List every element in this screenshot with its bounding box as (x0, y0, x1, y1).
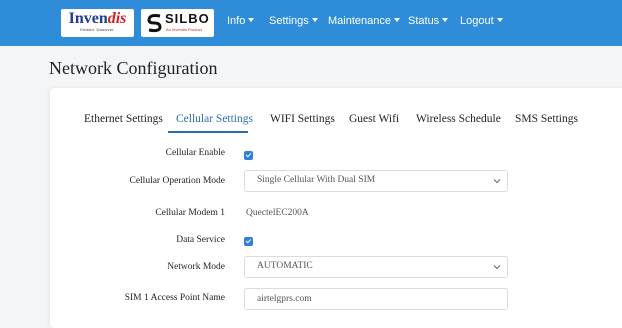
nav-settings[interactable]: Settings (269, 15, 318, 27)
sim1-apn-label: SIM 1 Access Point Name (124, 293, 225, 303)
invendis-logo-text: Invendis (68, 10, 127, 27)
chevron-down-icon (248, 18, 255, 22)
cellular-operation-mode-select[interactable]: Single Cellular With Dual SIM (244, 170, 508, 192)
chevron-down-icon (496, 18, 503, 22)
invendis-logo-tagline: Embed. Discover. (80, 27, 115, 32)
cellular-operation-mode-value: Single Cellular With Dual SIM (257, 175, 376, 185)
invendis-logo[interactable]: Invendis Embed. Discover. (61, 9, 134, 37)
tab-wireless-schedule[interactable]: Wireless Schedule (416, 113, 501, 125)
tab-wifi-settings[interactable]: WIFI Settings (270, 113, 335, 125)
silbo-logo-text: SILBO (165, 11, 210, 26)
data-service-label: Data Service (176, 235, 225, 245)
nav-logout[interactable]: Logout (460, 15, 503, 27)
tab-sms-settings[interactable]: SMS Settings (515, 113, 578, 125)
silbo-logo-icon (147, 14, 162, 33)
chevron-down-icon (394, 18, 400, 22)
data-service-checkbox[interactable] (244, 237, 253, 246)
page-title: Network Configuration (49, 58, 218, 78)
sim1-apn-input[interactable] (244, 288, 508, 310)
silbo-logo-tagline: An Invendis Product (166, 27, 202, 32)
tab-guest-wifi[interactable]: Guest Wifi (349, 113, 399, 125)
tab-ethernet-settings[interactable]: Ethernet Settings (84, 113, 163, 125)
chevron-down-icon (311, 18, 318, 22)
cellular-modem-label: Cellular Modem 1 (155, 208, 225, 218)
cellular-operation-mode-label: Cellular Operation Mode (129, 176, 225, 186)
top-navbar: Invendis Embed. Discover. SILBO An Inven… (0, 0, 622, 46)
nav-maintenance[interactable]: Maintenance (328, 15, 400, 27)
network-mode-label: Network Mode (167, 262, 225, 272)
tab-cellular-settings[interactable]: Cellular Settings (176, 113, 253, 125)
chevron-down-icon (442, 18, 449, 22)
silbo-logo[interactable]: SILBO An Invendis Product (141, 9, 214, 37)
active-tab-indicator (168, 131, 248, 133)
chevron-down-icon (493, 265, 501, 270)
nav-info[interactable]: Info (227, 15, 255, 27)
chevron-down-icon (493, 179, 501, 184)
cellular-enable-checkbox[interactable] (244, 151, 253, 160)
nav-status[interactable]: Status (408, 15, 449, 27)
cellular-modem-value: QuectelEC200A (246, 208, 309, 218)
cellular-enable-label: Cellular Enable (165, 148, 225, 158)
network-mode-select[interactable]: AUTOMATIC (244, 256, 508, 278)
network-mode-value: AUTOMATIC (257, 261, 313, 271)
